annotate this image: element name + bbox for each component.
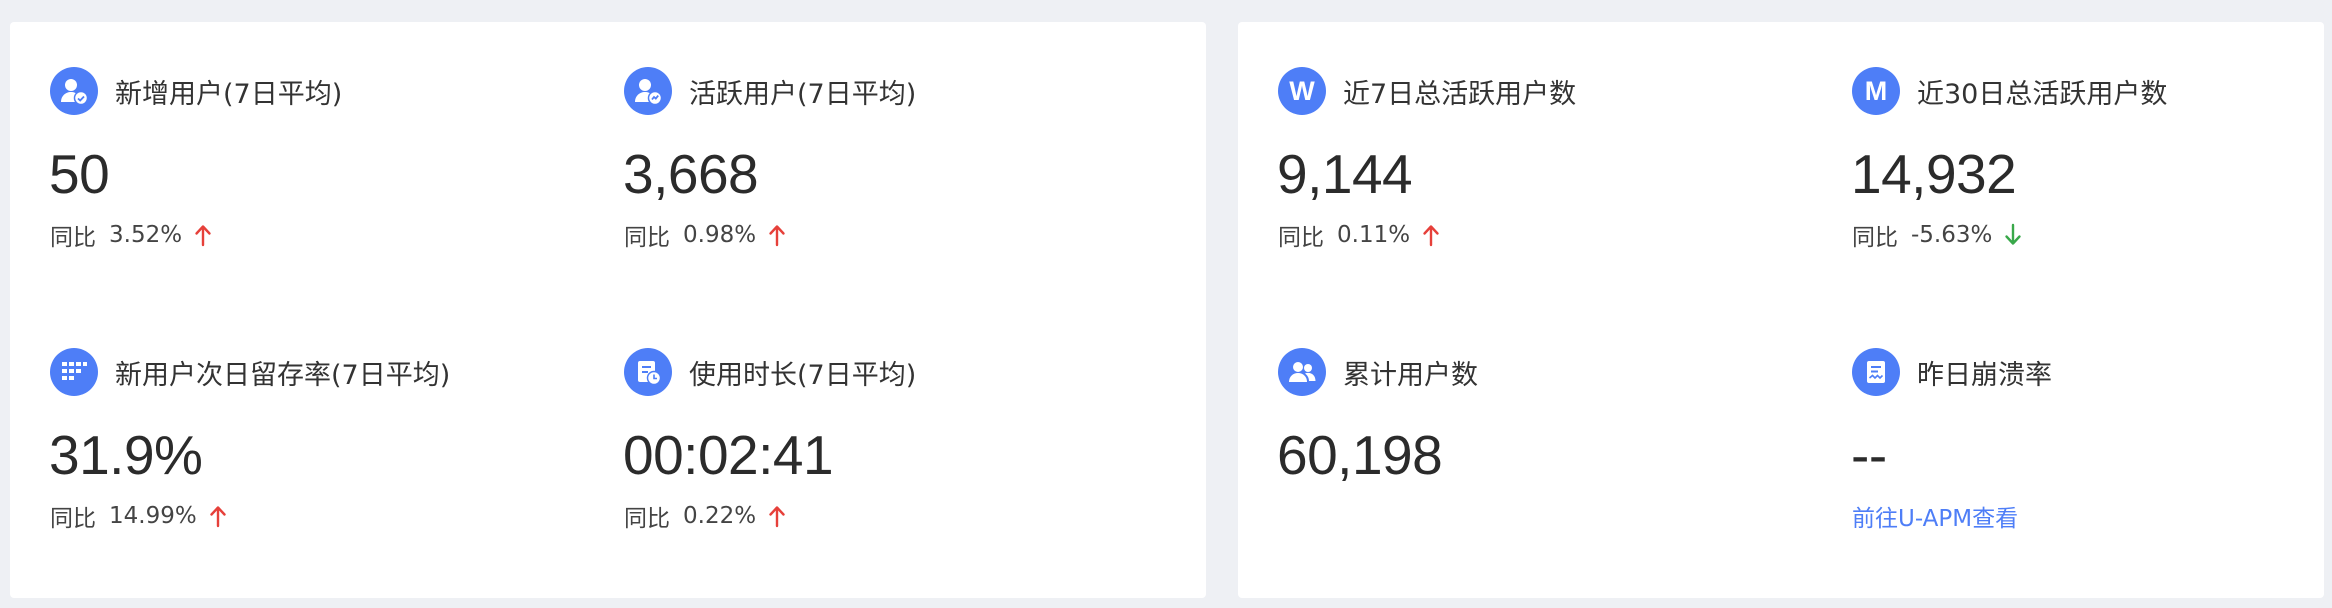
metric-value: 9,144 [1277, 143, 1413, 205]
metric-title: 使用时长(7日平均) [689, 359, 917, 391]
uapm-link[interactable]: 前往U-APM查看 [1852, 498, 2018, 534]
compare-value: 0.22% [683, 503, 757, 529]
compare-value: -5.63% [1911, 222, 1993, 248]
metric-title: 累计用户数 [1343, 359, 1478, 391]
metric-value: 60,198 [1277, 424, 1443, 486]
compare-value: 3.52% [109, 222, 183, 248]
metric-title: 活跃用户(7日平均) [689, 78, 917, 110]
metric-30day-active-users: M 近30日总活跃用户数 14,932 同比 -5.63% [1851, 67, 2332, 307]
right-metrics-card: W 近7日总活跃用户数 9,144 同比 0.11% M 近30日总活跃用户数 … [1238, 22, 2324, 598]
metric-comparison: 同比 -5.63% [1852, 217, 2022, 253]
metric-value: 3,668 [623, 143, 759, 205]
metric-title: 近30日总活跃用户数 [1917, 78, 2168, 110]
metric-comparison: 同比 14.99% [50, 498, 227, 534]
metric-total-users: 累计用户数 60,198 [1277, 348, 1798, 588]
left-metrics-card: 新增用户(7日平均) 50 同比 3.52% 活跃用户(7日平均) 3,668 [10, 22, 1206, 598]
metric-value: -- [1851, 424, 1887, 486]
arrow-up-icon [209, 504, 227, 528]
metric-header: 昨日崩溃率 [1852, 348, 2052, 396]
compare-label: 同比 [1852, 225, 1898, 251]
arrow-up-icon [768, 504, 786, 528]
arrow-up-icon [194, 223, 212, 247]
weekly-letter-icon: W [1278, 67, 1326, 115]
crash-report-icon [1852, 348, 1900, 396]
arrow-up-icon [1422, 223, 1440, 247]
metric-active-users: 活跃用户(7日平均) 3,668 同比 0.98% [623, 67, 1144, 307]
metric-header: 新增用户(7日平均) [50, 67, 342, 115]
compare-label: 同比 [624, 225, 670, 251]
metric-crash-rate: 昨日崩溃率 -- 前往U-APM查看 [1851, 348, 2332, 588]
retention-grid-icon [50, 348, 98, 396]
metric-value: 50 [49, 143, 110, 205]
metric-title: 新用户次日留存率(7日平均) [115, 359, 451, 391]
compare-value: 14.99% [109, 503, 197, 529]
metric-usage-duration: 使用时长(7日平均) 00:02:41 同比 0.22% [623, 348, 1144, 588]
metric-header: 使用时长(7日平均) [624, 348, 916, 396]
usage-time-icon [624, 348, 672, 396]
users-group-icon [1278, 348, 1326, 396]
metric-comparison: 同比 0.11% [1278, 217, 1440, 253]
metric-title: 昨日崩溃率 [1917, 359, 2052, 391]
compare-value: 0.11% [1337, 222, 1411, 248]
metric-comparison: 同比 0.98% [624, 217, 786, 253]
metric-header: 新用户次日留存率(7日平均) [50, 348, 450, 396]
metric-header: W 近7日总活跃用户数 [1278, 67, 1576, 115]
metric-value: 14,932 [1851, 143, 2017, 205]
metric-header: 活跃用户(7日平均) [624, 67, 916, 115]
active-user-icon [624, 67, 672, 115]
metric-title: 近7日总活跃用户数 [1343, 78, 1577, 110]
arrow-down-icon [2004, 223, 2022, 247]
metric-comparison: 同比 0.22% [624, 498, 786, 534]
arrow-up-icon [768, 223, 786, 247]
metric-value: 00:02:41 [623, 424, 834, 486]
user-plus-icon [50, 67, 98, 115]
compare-label: 同比 [50, 225, 96, 251]
metric-retention-rate: 新用户次日留存率(7日平均) 31.9% 同比 14.99% [49, 348, 570, 588]
monthly-letter-icon: M [1852, 67, 1900, 115]
metric-header: 累计用户数 [1278, 348, 1478, 396]
compare-label: 同比 [1278, 225, 1324, 251]
metric-7day-active-users: W 近7日总活跃用户数 9,144 同比 0.11% [1277, 67, 1798, 307]
metric-header: M 近30日总活跃用户数 [1852, 67, 2167, 115]
metric-new-users: 新增用户(7日平均) 50 同比 3.52% [49, 67, 570, 307]
compare-value: 0.98% [683, 222, 757, 248]
metric-value: 31.9% [49, 424, 203, 486]
metric-title: 新增用户(7日平均) [115, 78, 343, 110]
compare-label: 同比 [624, 506, 670, 532]
metric-comparison: 同比 3.52% [50, 217, 212, 253]
compare-label: 同比 [50, 506, 96, 532]
